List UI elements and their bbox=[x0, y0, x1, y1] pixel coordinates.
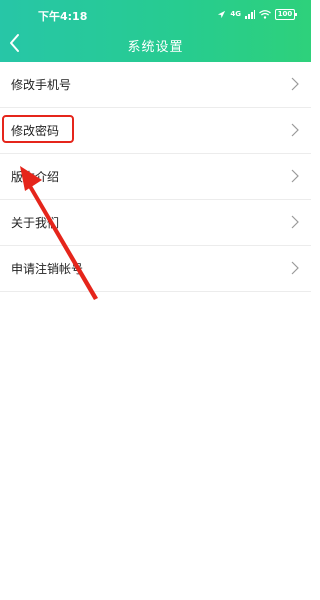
menu-item-label: 修改手机号 bbox=[11, 78, 72, 92]
menu-item-delete-account[interactable]: 申请注销帐号 bbox=[0, 246, 311, 292]
annotation-highlight-box bbox=[2, 115, 74, 143]
menu-item-label: 关于我们 bbox=[11, 216, 60, 230]
status-icons: 4G 100 bbox=[217, 8, 297, 20]
network-type: 4G bbox=[230, 9, 241, 18]
app-header: 下午4:18 4G 100 系统设置 bbox=[0, 0, 311, 62]
settings-list: 修改手机号 修改密码 版本介绍 关于我们 申请注销帐号 bbox=[0, 62, 311, 292]
wifi-icon bbox=[259, 9, 271, 19]
chevron-right-icon bbox=[291, 77, 299, 91]
chevron-right-icon bbox=[291, 169, 299, 183]
chevron-right-icon bbox=[291, 261, 299, 275]
status-time: 下午4:18 bbox=[38, 10, 88, 23]
menu-item-label: 申请注销帐号 bbox=[11, 262, 84, 276]
chevron-right-icon bbox=[291, 123, 299, 137]
menu-item-version-info[interactable]: 版本介绍 bbox=[0, 154, 311, 200]
battery-icon: 100 bbox=[275, 8, 297, 20]
signal-icon bbox=[245, 9, 255, 19]
chevron-right-icon bbox=[291, 215, 299, 229]
page-title: 系统设置 bbox=[127, 40, 184, 55]
menu-item-label: 版本介绍 bbox=[11, 170, 60, 184]
menu-item-about-us[interactable]: 关于我们 bbox=[0, 200, 311, 246]
location-icon bbox=[218, 10, 226, 18]
menu-item-change-phone[interactable]: 修改手机号 bbox=[0, 62, 311, 108]
